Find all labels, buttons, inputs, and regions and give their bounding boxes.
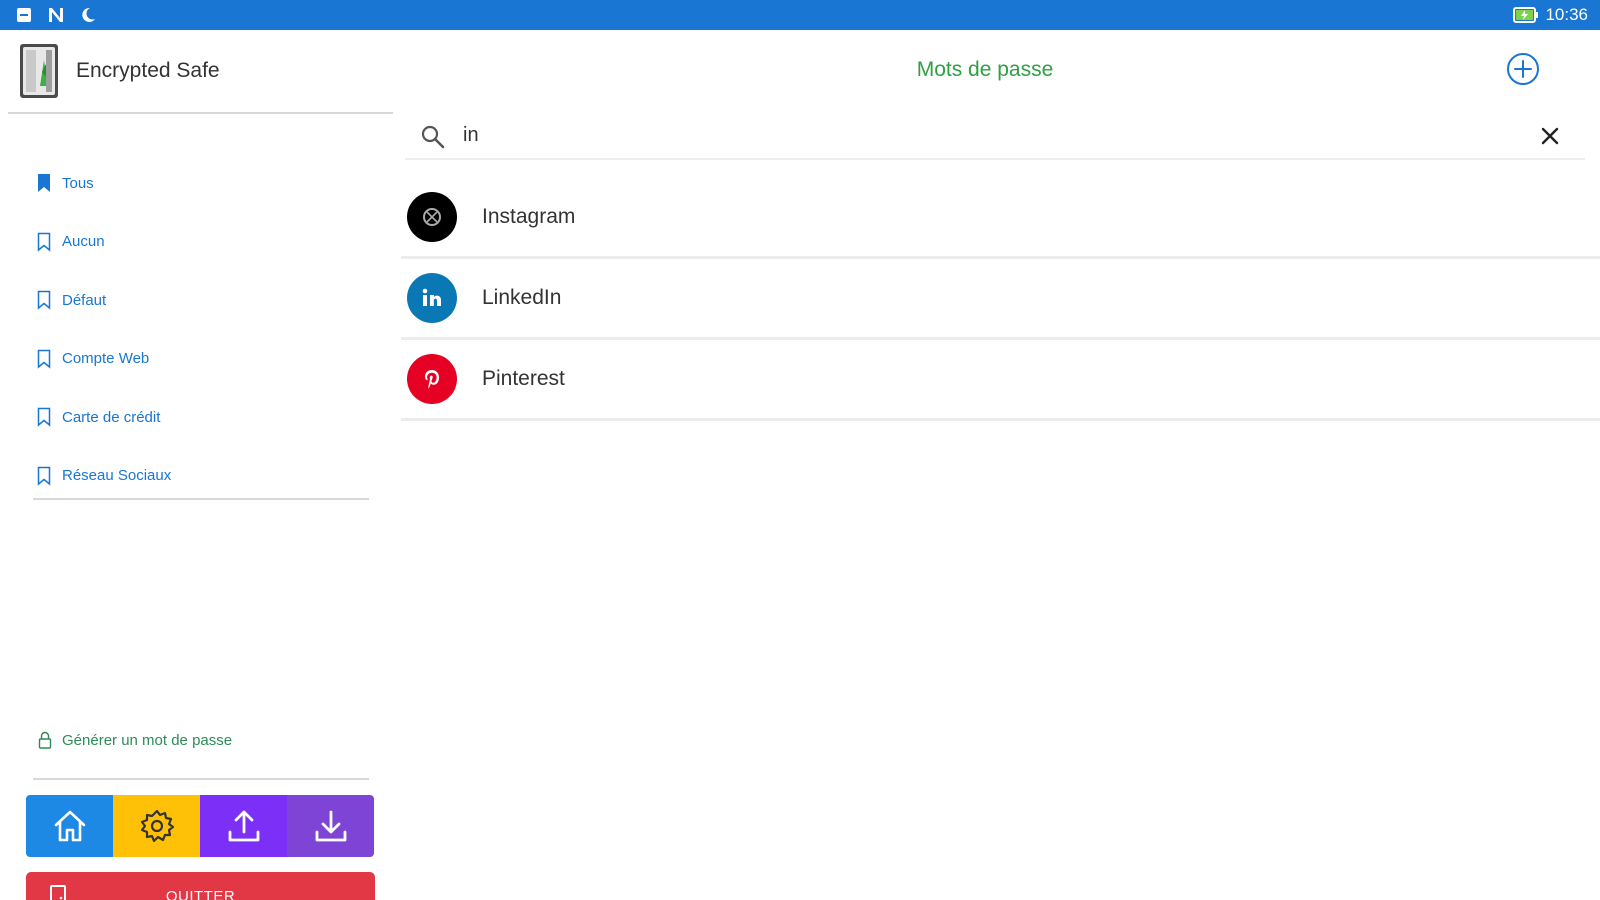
- search-bar: [405, 112, 1585, 160]
- pinterest-icon: [407, 354, 457, 404]
- pinterest-glyph-icon: [425, 370, 439, 389]
- linkedin-glyph-icon: [422, 288, 441, 306]
- bookmark-outline-icon: [37, 408, 51, 427]
- bookmark-outline-icon: [37, 349, 51, 369]
- page-title: Mots de passe: [916, 58, 1054, 81]
- bookmark-filled-icon: [38, 174, 50, 193]
- list-item-pinterest[interactable]: Pinterest: [401, 340, 1600, 421]
- app-brand: Encrypted Safe: [16, 42, 220, 100]
- list-item-label: LinkedIn: [482, 286, 562, 309]
- status-bar-right: 10:36: [1513, 5, 1588, 25]
- instagram-icon: [407, 192, 457, 242]
- action-bar: [26, 795, 374, 857]
- add-button[interactable]: [1506, 52, 1540, 86]
- quit-button[interactable]: QUITTER: [26, 872, 375, 900]
- bookmark-outline-icon: [37, 232, 51, 252]
- category-item-aucun[interactable]: Aucun: [36, 213, 171, 272]
- search-icon: [421, 125, 445, 149]
- category-label: Défaut: [62, 291, 107, 309]
- category-item-carte-de-credit[interactable]: Carte de crédit: [36, 388, 171, 447]
- download-icon: [315, 810, 346, 842]
- generate-password-link[interactable]: Générer un mot de passe: [38, 730, 232, 750]
- category-label: Réseau Sociaux: [62, 467, 172, 485]
- quit-label: QUITTER: [165, 888, 236, 900]
- divider: [8, 112, 393, 114]
- divider: [33, 498, 369, 500]
- app-name: Encrypted Safe: [76, 59, 220, 82]
- home-icon: [54, 810, 85, 842]
- list-item-label: Instagram: [482, 205, 576, 228]
- moon-icon: [82, 7, 95, 22]
- bookmark-outline-icon: [37, 466, 51, 486]
- main-panel: Mots de passe Instagram: [395, 30, 1600, 900]
- list-item-instagram[interactable]: Instagram: [401, 178, 1600, 259]
- bookmark-outline-icon: [37, 291, 51, 310]
- instagram-glyph-icon: [423, 208, 441, 226]
- divider: [33, 778, 369, 780]
- sidebar: Encrypted Safe Tous Aucun Défaut Compte …: [0, 30, 395, 900]
- clock: 10:36: [1545, 5, 1588, 24]
- notification-icon: [17, 8, 31, 22]
- clear-search-icon[interactable]: [1537, 123, 1563, 149]
- category-label: Compte Web: [62, 350, 150, 368]
- status-bar-left-icons: [14, 5, 98, 25]
- category-label: Tous: [62, 174, 94, 192]
- list-item-linkedin[interactable]: LinkedIn: [401, 259, 1600, 340]
- home-button[interactable]: [26, 795, 113, 857]
- exit-icon: [50, 885, 66, 900]
- category-item-compte-web[interactable]: Compte Web: [36, 330, 171, 389]
- category-list: Tous Aucun Défaut Compte Web Carte de cr…: [36, 154, 171, 505]
- category-item-defaut[interactable]: Défaut: [36, 271, 171, 330]
- generate-password-label: Générer un mot de passe: [62, 731, 233, 749]
- upload-button[interactable]: [200, 795, 287, 857]
- n-icon: [49, 8, 63, 22]
- category-item-tous[interactable]: Tous: [36, 154, 171, 213]
- password-list: Instagram LinkedIn Pinterest: [401, 178, 1600, 421]
- settings-button[interactable]: [113, 795, 200, 857]
- category-label: Aucun: [62, 233, 105, 251]
- search-input[interactable]: [463, 118, 1503, 152]
- gear-icon: [140, 809, 174, 843]
- upload-icon: [228, 810, 259, 842]
- list-item-label: Pinterest: [482, 367, 565, 390]
- category-item-reseau-sociaux[interactable]: Réseau Sociaux: [36, 447, 171, 506]
- download-button[interactable]: [287, 795, 374, 857]
- status-bar: 10:36: [0, 0, 1600, 30]
- battery-charging-icon: [1513, 7, 1539, 23]
- lock-icon: [38, 731, 52, 749]
- safe-logo-icon: [20, 44, 58, 98]
- linkedin-icon: [407, 273, 457, 323]
- category-label: Carte de crédit: [62, 408, 161, 426]
